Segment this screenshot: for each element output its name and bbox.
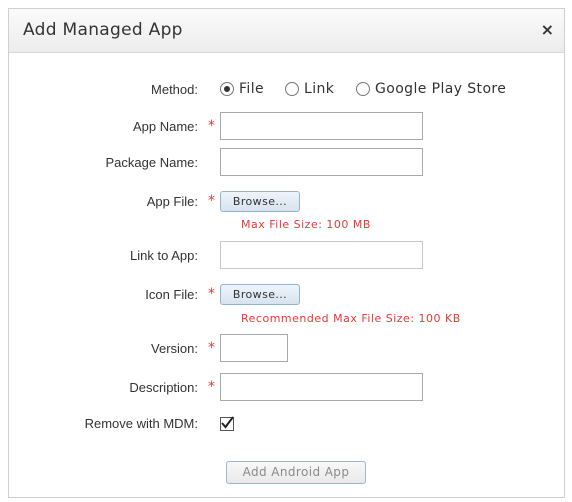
radio-link-label: Link: [304, 81, 335, 97]
checkmark-icon: [221, 416, 234, 429]
version-label: Version:: [151, 341, 198, 356]
link-to-app-label: Link to App:: [130, 248, 198, 263]
description-label: Description:: [129, 380, 198, 395]
required-marker: *: [208, 286, 215, 302]
add-android-app-button[interactable]: Add Android App: [226, 461, 366, 484]
remove-with-mdm-checkbox[interactable]: [220, 416, 234, 431]
app-file-browse-button[interactable]: Browse...: [220, 191, 300, 212]
radio-file-label: File: [239, 81, 265, 97]
required-marker: *: [208, 118, 215, 134]
package-name-label: Package Name:: [105, 155, 199, 170]
icon-file-label: Icon File:: [145, 287, 198, 302]
app-file-row: App File: * Browse... Max File Size: 100…: [9, 191, 564, 231]
app-name-label: App Name:: [132, 119, 198, 134]
description-input[interactable]: [220, 373, 423, 401]
app-name-row: App Name: *: [9, 112, 564, 142]
icon-file-hint: Recommended Max File Size: 100 KB: [241, 312, 461, 325]
radio-file-button[interactable]: [220, 82, 234, 96]
dialog-title: Add Managed App: [23, 20, 183, 40]
method-row: Method: File Link Google Play Store: [9, 79, 564, 109]
package-name-input[interactable]: [220, 148, 423, 176]
radio-google-play-label: Google Play Store: [375, 81, 507, 97]
required-marker: *: [208, 379, 215, 395]
radio-google-play[interactable]: Google Play Store: [356, 79, 506, 99]
icon-file-row: Icon File: * Browse... Recommended Max F…: [9, 284, 564, 325]
app-name-input[interactable]: [220, 112, 423, 140]
radio-google-play-button[interactable]: [356, 82, 370, 96]
close-icon[interactable]: ×: [541, 20, 554, 39]
dialog-titlebar: Add Managed App ×: [9, 9, 564, 53]
required-marker: *: [208, 340, 215, 356]
description-row: Description: *: [9, 373, 564, 403]
remove-with-mdm-row: Remove with MDM:: [9, 416, 564, 447]
version-input[interactable]: [220, 334, 288, 362]
link-to-app-input[interactable]: [220, 241, 423, 269]
link-to-app-row: Link to App:: [9, 241, 564, 271]
radio-link-button[interactable]: [285, 82, 299, 96]
method-label: Method:: [151, 82, 198, 97]
package-name-row: Package Name:: [9, 148, 564, 178]
radio-link[interactable]: Link: [285, 79, 334, 99]
radio-file[interactable]: File: [220, 79, 264, 99]
version-row: Version: *: [9, 334, 564, 364]
app-file-hint: Max File Size: 100 MB: [241, 218, 371, 231]
app-file-label: App File:: [146, 194, 198, 209]
required-marker: *: [208, 193, 215, 209]
icon-file-browse-button[interactable]: Browse...: [220, 284, 300, 305]
remove-with-mdm-label: Remove with MDM:: [84, 416, 198, 431]
add-managed-app-dialog: Add Managed App × Method: File Link Goog…: [8, 8, 565, 498]
